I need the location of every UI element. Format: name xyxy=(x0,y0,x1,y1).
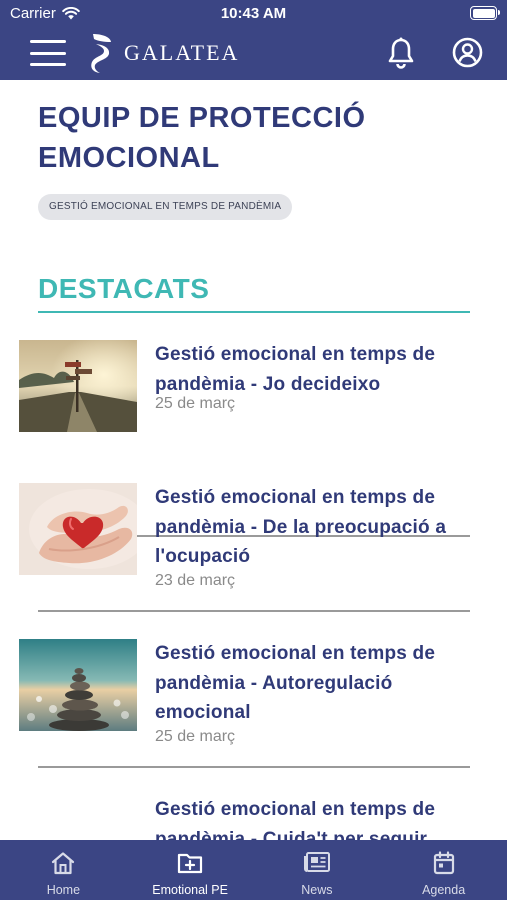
article-divider xyxy=(38,766,470,768)
article-title[interactable]: Gestió emocional en temps de pandèmia - … xyxy=(155,483,475,572)
bottom-tab-bar: Home Emotional PE News Agenda xyxy=(0,840,507,900)
brand-wordmark: GALATEA xyxy=(124,40,240,65)
article-divider xyxy=(38,610,470,612)
tab-news[interactable]: News xyxy=(254,840,381,900)
nav-row: GALATEA xyxy=(0,28,507,80)
battery-icon xyxy=(470,6,500,20)
tab-label: Emotional PE xyxy=(152,883,228,897)
calendar-icon xyxy=(433,851,454,875)
section-divider xyxy=(38,311,470,313)
hands-holding-heart-image[interactable] xyxy=(19,483,137,575)
brand-logo[interactable]: GALATEA xyxy=(90,32,239,74)
article-title[interactable]: Gestió emocional en temps de pandèmia - … xyxy=(155,340,475,399)
tab-label: News xyxy=(301,883,333,897)
article-title-line: emocional xyxy=(155,702,251,723)
menu-icon[interactable] xyxy=(30,40,66,66)
page-title-line-2: EMOCIONAL xyxy=(38,142,220,174)
article-title[interactable]: Gestió emocional en temps de pandèmia - … xyxy=(155,639,475,728)
galatea-logo-icon xyxy=(91,34,111,73)
newspaper-icon xyxy=(303,852,330,872)
article-date: 23 de març xyxy=(155,572,236,589)
article-title-line: pandèmia - Autoregulació xyxy=(155,672,393,694)
category-chip[interactable]: GESTIÓ EMOCIONAL EN TEMPS DE PANDÈMIA xyxy=(38,194,293,220)
article-title-line: pandèmia - Cuida't per seguir xyxy=(155,828,428,841)
stacked-stones-image[interactable] xyxy=(19,639,137,731)
bell-icon[interactable] xyxy=(386,37,416,69)
article-date: 25 de març xyxy=(155,728,236,745)
article-title-line: Gestió emocional en temps de xyxy=(155,344,436,365)
status-bar: Carrier 10:43 AM xyxy=(0,0,507,28)
user-account-icon[interactable] xyxy=(452,37,483,68)
article-date: 25 de març xyxy=(155,395,236,412)
page-title: EQUIP DE PROTECCIÓ EMOCIONAL xyxy=(38,98,468,178)
page-title-line-1: EQUIP DE PROTECCIÓ xyxy=(38,102,366,134)
article-title-line: l'ocupació xyxy=(155,546,251,567)
article-title-line: pandèmia - De la preocupació a xyxy=(155,516,447,538)
folder-plus-icon xyxy=(178,853,203,874)
clock: 10:43 AM xyxy=(220,5,287,22)
main-content[interactable]: EQUIP DE PROTECCIÓ EMOCIONAL GESTIÓ EMOC… xyxy=(0,80,507,840)
tab-label: Agenda xyxy=(422,883,466,897)
tab-agenda[interactable]: Agenda xyxy=(380,840,507,900)
top-app-bar: Carrier 10:43 AM GALATEA xyxy=(0,0,507,80)
section-title: DESTACATS xyxy=(38,273,210,304)
article-title-line: Gestió emocional en temps de xyxy=(155,643,436,664)
article-title-line: Gestió emocional en temps de xyxy=(155,487,436,508)
home-icon xyxy=(52,852,75,875)
article-title[interactable]: Gestió emocional en temps de pandèmia - … xyxy=(155,795,475,840)
article-title-line: Gestió emocional en temps de xyxy=(155,799,436,820)
tab-label: Home xyxy=(46,883,81,897)
tab-emotional-pe[interactable]: Emotional PE xyxy=(127,840,254,900)
tab-home[interactable]: Home xyxy=(0,840,127,900)
crossroads-signpost-image[interactable] xyxy=(19,340,137,432)
